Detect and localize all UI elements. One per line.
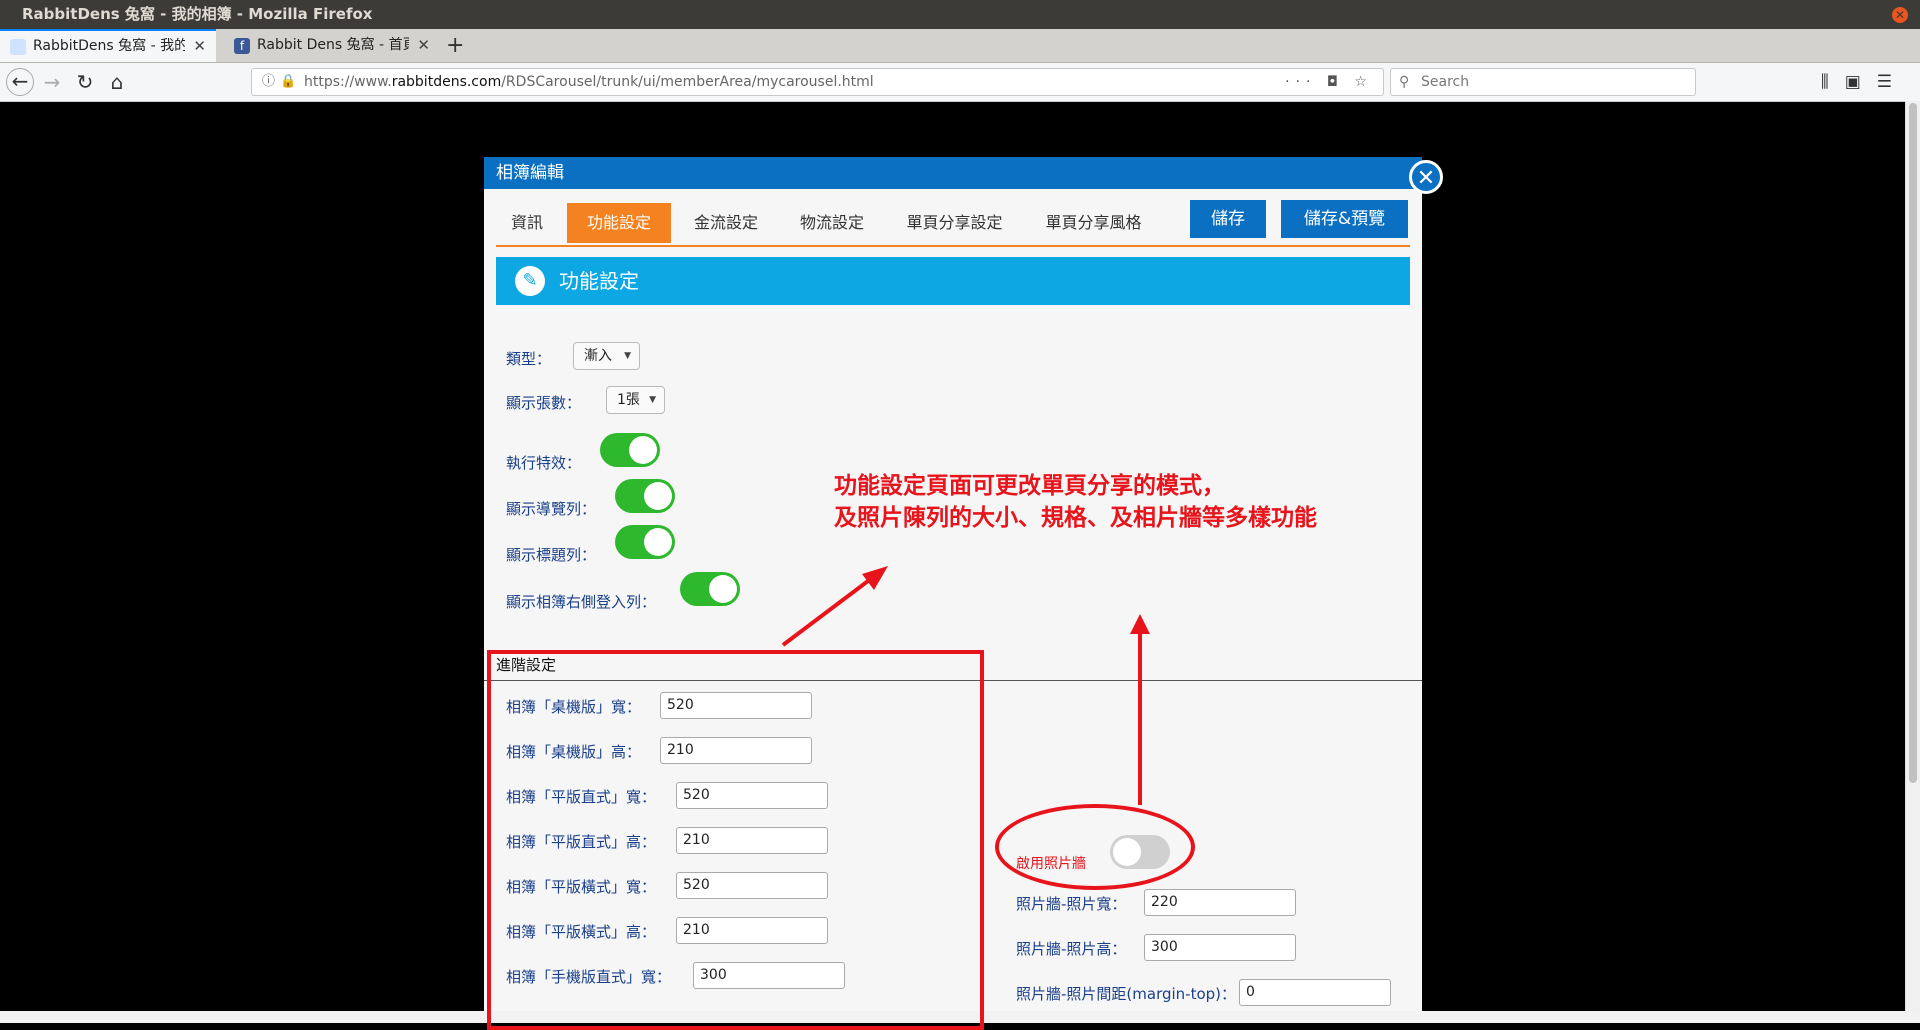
facebook-favicon-icon: f xyxy=(234,37,250,54)
page-scrollbar[interactable] xyxy=(1905,101,1920,1011)
modal-tabs: 資訊 功能設定 金流設定 物流設定 單頁分享設定 單頁分享風格 xyxy=(496,203,1410,247)
forward-arrow-icon[interactable]: → xyxy=(38,68,66,96)
back-arrow-icon[interactable]: ← xyxy=(6,68,34,96)
page-actions-icon[interactable]: ··· ◘ ☆ xyxy=(1285,69,1373,95)
tab-logistics-settings[interactable]: 物流設定 xyxy=(785,203,879,243)
nav-toggle[interactable] xyxy=(615,479,675,513)
save-and-preview-button[interactable]: 儲存&預覽 xyxy=(1281,200,1408,238)
titlebar-label: 顯示標題列： xyxy=(506,546,597,564)
caret-down-icon: ▼ xyxy=(624,351,631,361)
annotation-ellipse xyxy=(995,804,1195,890)
scrollbar-thumb[interactable] xyxy=(1909,103,1917,783)
toolbar-menu-icons[interactable]: ⫼▣☰ xyxy=(1821,68,1908,96)
effect-toggle[interactable] xyxy=(600,433,660,467)
nav-label: 顯示導覽列： xyxy=(506,500,597,518)
tab-feature-settings[interactable]: 功能設定 xyxy=(567,203,671,243)
window-titlebar: RabbitDens 兔窩 - 我的相簿 - Mozilla Firefox ✕ xyxy=(0,0,1920,29)
new-tab-button[interactable]: + xyxy=(446,29,464,62)
info-icon[interactable]: ⓘ xyxy=(262,69,275,95)
wall-margin-label: 照片牆-照片間距(margin-top)： xyxy=(1016,985,1237,1003)
wall-margin-input[interactable]: 0 xyxy=(1239,979,1391,1006)
lock-icon: 🔒 xyxy=(280,74,297,89)
annotation-line-1: 功能設定頁面可更改單頁分享的模式， xyxy=(834,473,1225,499)
tab-info[interactable]: 資訊 xyxy=(496,203,558,243)
count-select[interactable]: 1張 ▼ xyxy=(606,386,665,414)
tab-close-icon[interactable]: ✕ xyxy=(185,31,206,62)
count-select-value: 1張 xyxy=(617,392,640,408)
home-icon[interactable]: ⌂ xyxy=(103,68,131,96)
url-bar[interactable]: ⓘ 🔒 https://www.rabbitdens.com/RDSCarous… xyxy=(251,68,1384,96)
search-input[interactable]: ⚲ Search xyxy=(1390,68,1696,96)
toggle-knob xyxy=(644,482,672,510)
window-close-button[interactable]: ✕ xyxy=(1892,7,1908,23)
type-select-value: 漸入 xyxy=(584,348,612,364)
url-text: https://www.rabbitdens.com/RDSCarousel/t… xyxy=(304,74,874,90)
annotation-highlight-box xyxy=(487,650,984,1030)
tab-share-settings[interactable]: 單頁分享設定 xyxy=(892,203,1017,243)
annotation-note: 功能設定頁面可更改單頁分享的模式， 及照片陳列的大小、規格、及相片牆等多樣功能 xyxy=(834,470,1317,534)
annotation-line-2: 及照片陳列的大小、規格、及相片牆等多樣功能 xyxy=(834,505,1317,531)
type-select[interactable]: 漸入 ▼ xyxy=(573,342,640,370)
modal-close-button[interactable]: ✕ xyxy=(1409,160,1443,194)
tab-strip: RabbitDens 兔窩 - 我的相 ✕ f Rabbit Dens 兔窩 -… xyxy=(0,29,1920,63)
section-banner: ✎ 功能設定 xyxy=(496,257,1410,305)
modal-title: 相簿編輯 xyxy=(484,157,1422,189)
pencil-icon: ✎ xyxy=(515,266,545,296)
browser-tab-album[interactable]: RabbitDens 兔窩 - 我的相 ✕ xyxy=(0,29,216,62)
type-label: 類型： xyxy=(506,350,552,368)
tab-close-icon[interactable]: ✕ xyxy=(409,29,430,62)
rabbit-favicon-icon xyxy=(10,38,26,55)
login-label: 顯示相簿右側登入列： xyxy=(506,593,657,611)
section-title: 功能設定 xyxy=(559,269,639,293)
save-button[interactable]: 儲存 xyxy=(1190,200,1266,238)
toggle-knob xyxy=(629,436,657,464)
window-title: RabbitDens 兔窩 - 我的相簿 - Mozilla Firefox xyxy=(22,5,373,23)
caret-down-icon: ▼ xyxy=(649,395,656,405)
navigation-toolbar: ← → ↻ ⌂ ⓘ 🔒 https://www.rabbitdens.com/R… xyxy=(0,63,1920,102)
search-icon: ⚲ xyxy=(1399,74,1410,90)
tab-title: Rabbit Dens 兔窩 - 首頁 xyxy=(257,37,410,53)
wall-width-input[interactable]: 220 xyxy=(1144,889,1296,916)
reload-icon[interactable]: ↻ xyxy=(71,68,99,96)
login-toggle[interactable] xyxy=(680,572,740,606)
wall-width-label: 照片牆-照片寬： xyxy=(1016,895,1127,913)
tab-title: RabbitDens 兔窩 - 我的相 xyxy=(33,38,186,54)
tab-payment-settings[interactable]: 金流設定 xyxy=(679,203,773,243)
count-label: 顯示張數： xyxy=(506,394,582,412)
titlebar-toggle[interactable] xyxy=(615,525,675,559)
wall-height-label: 照片牆-照片高： xyxy=(1016,940,1127,958)
effect-label: 執行特效： xyxy=(506,454,582,472)
wall-height-input[interactable]: 300 xyxy=(1144,934,1296,961)
browser-tab-home[interactable]: f Rabbit Dens 兔窩 - 首頁 ✕ xyxy=(224,29,440,62)
search-placeholder: Search xyxy=(1421,74,1470,90)
tab-share-style[interactable]: 單頁分享風格 xyxy=(1031,203,1156,243)
toggle-knob xyxy=(709,575,737,603)
toggle-knob xyxy=(644,528,672,556)
